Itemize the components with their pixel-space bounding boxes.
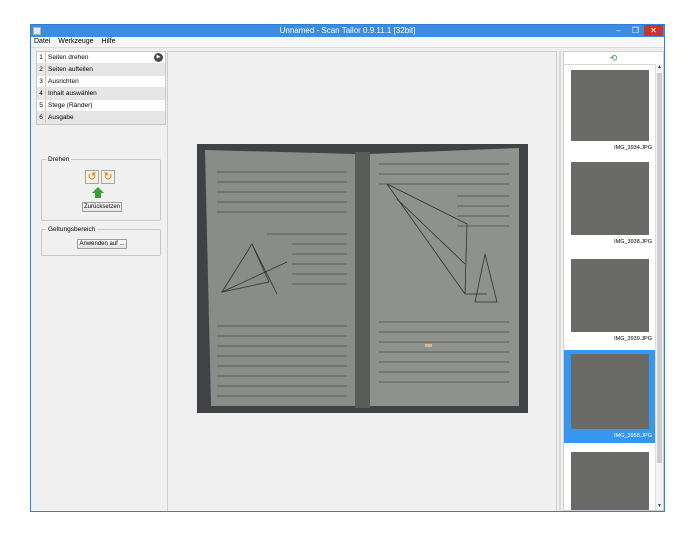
thumbnail-image: [571, 354, 649, 429]
scanned-book-image: [197, 144, 528, 413]
stage-label: Seiten drehen: [48, 54, 89, 61]
thumbnail-item[interactable]: [564, 450, 657, 510]
stage-output[interactable]: 6 Ausgabe: [37, 112, 165, 124]
thumbnail-panel: ⟲ IMG_3934.JPG IMG_3938.JPG IMG_3939.JPG…: [563, 51, 664, 511]
thumbnail-item-selected[interactable]: IMG_3958.JPG: [564, 350, 657, 443]
stage-split-pages[interactable]: 2 Seiten aufteilen: [37, 64, 165, 76]
stage-rotate-pages[interactable]: 1 Seiten drehen ▶: [37, 52, 165, 64]
thumbnail-image: [571, 70, 649, 141]
thumbnail-item[interactable]: IMG_3934.JPG: [564, 66, 657, 154]
thumbnail-item[interactable]: IMG_3938.JPG: [564, 160, 657, 248]
stage-deskew[interactable]: 3 Ausrichten: [37, 76, 165, 88]
image-viewer[interactable]: [167, 51, 557, 511]
stage-number: 5: [37, 100, 46, 111]
menu-bar: Datei Werkzeuge Hilfe: [31, 37, 664, 48]
title-bar: Unnamed - Scan Tailor 0.9.11.1 [32bit] –…: [31, 25, 664, 37]
rotate-group: Drehen ↺ ↻ Zurücksetzen: [41, 155, 161, 221]
menu-hilfe[interactable]: Hilfe: [99, 37, 119, 47]
app-window: Unnamed - Scan Tailor 0.9.11.1 [32bit] –…: [30, 24, 665, 512]
up-arrow-stem: [95, 193, 101, 198]
stage-label: Seiten aufteilen: [48, 66, 93, 73]
play-icon[interactable]: ▶: [154, 53, 163, 62]
stage-number: 3: [37, 76, 46, 87]
stage-number: 2: [37, 64, 46, 75]
menu-datei[interactable]: Datei: [31, 37, 53, 47]
thumbnail-caption: IMG_3958.JPG: [614, 433, 652, 439]
scroll-up-icon[interactable]: ▲: [656, 64, 663, 71]
rotate-left-icon[interactable]: ↺: [85, 170, 99, 184]
scroll-down-icon[interactable]: ▼: [656, 503, 663, 510]
thumbnail-image: [571, 452, 649, 510]
stage-label: Ausgabe: [48, 114, 74, 121]
window-title: Unnamed - Scan Tailor 0.9.11.1 [32bit]: [279, 26, 416, 35]
stage-label: Stege (Ränder): [48, 102, 93, 109]
scrollbar-thumb[interactable]: [657, 73, 662, 463]
maximize-icon[interactable]: ❐: [627, 25, 644, 36]
thumbnail-image: [571, 162, 649, 235]
minimize-icon[interactable]: –: [610, 25, 627, 36]
apply-to-button[interactable]: Anwenden auf ...: [77, 239, 127, 249]
thumbnail-image: [571, 259, 649, 332]
stage-number: 6: [37, 112, 46, 123]
left-panel: 1 Seiten drehen ▶ 2 Seiten aufteilen 3 Ausr…: [34, 51, 166, 511]
stage-label: Inhalt auswählen: [48, 90, 97, 97]
rotate-right-icon[interactable]: ↻: [101, 170, 115, 184]
thumbnail-caption: IMG_3934.JPG: [614, 145, 652, 151]
stage-select-content[interactable]: 4 Inhalt auswählen: [37, 88, 165, 100]
splitter[interactable]: [559, 51, 561, 511]
rotate-group-title: Drehen: [46, 155, 72, 164]
reset-button[interactable]: Zurücksetzen: [82, 202, 122, 212]
sync-icon[interactable]: ⟲: [564, 52, 663, 65]
thumbnail-caption: IMG_3938.JPG: [614, 239, 652, 245]
thumbnail-item[interactable]: IMG_3939.JPG: [564, 257, 657, 345]
scope-group-title: Geltungsbereich: [46, 225, 98, 234]
stage-number: 4: [37, 88, 46, 99]
thumbnail-scrollbar[interactable]: ▲ ▼: [655, 64, 663, 510]
stage-number: 1: [37, 52, 46, 63]
thumbnail-caption: IMG_3939.JPG: [614, 336, 652, 342]
close-icon[interactable]: ✕: [644, 25, 663, 36]
stage-label: Ausrichten: [48, 78, 79, 85]
menu-werkzeuge[interactable]: Werkzeuge: [55, 37, 96, 47]
scope-group: Geltungsbereich Anwenden auf ...: [41, 225, 161, 256]
stage-list: 1 Seiten drehen ▶ 2 Seiten aufteilen 3 Ausr…: [36, 51, 166, 125]
stage-margins[interactable]: 5 Stege (Ränder): [37, 100, 165, 112]
